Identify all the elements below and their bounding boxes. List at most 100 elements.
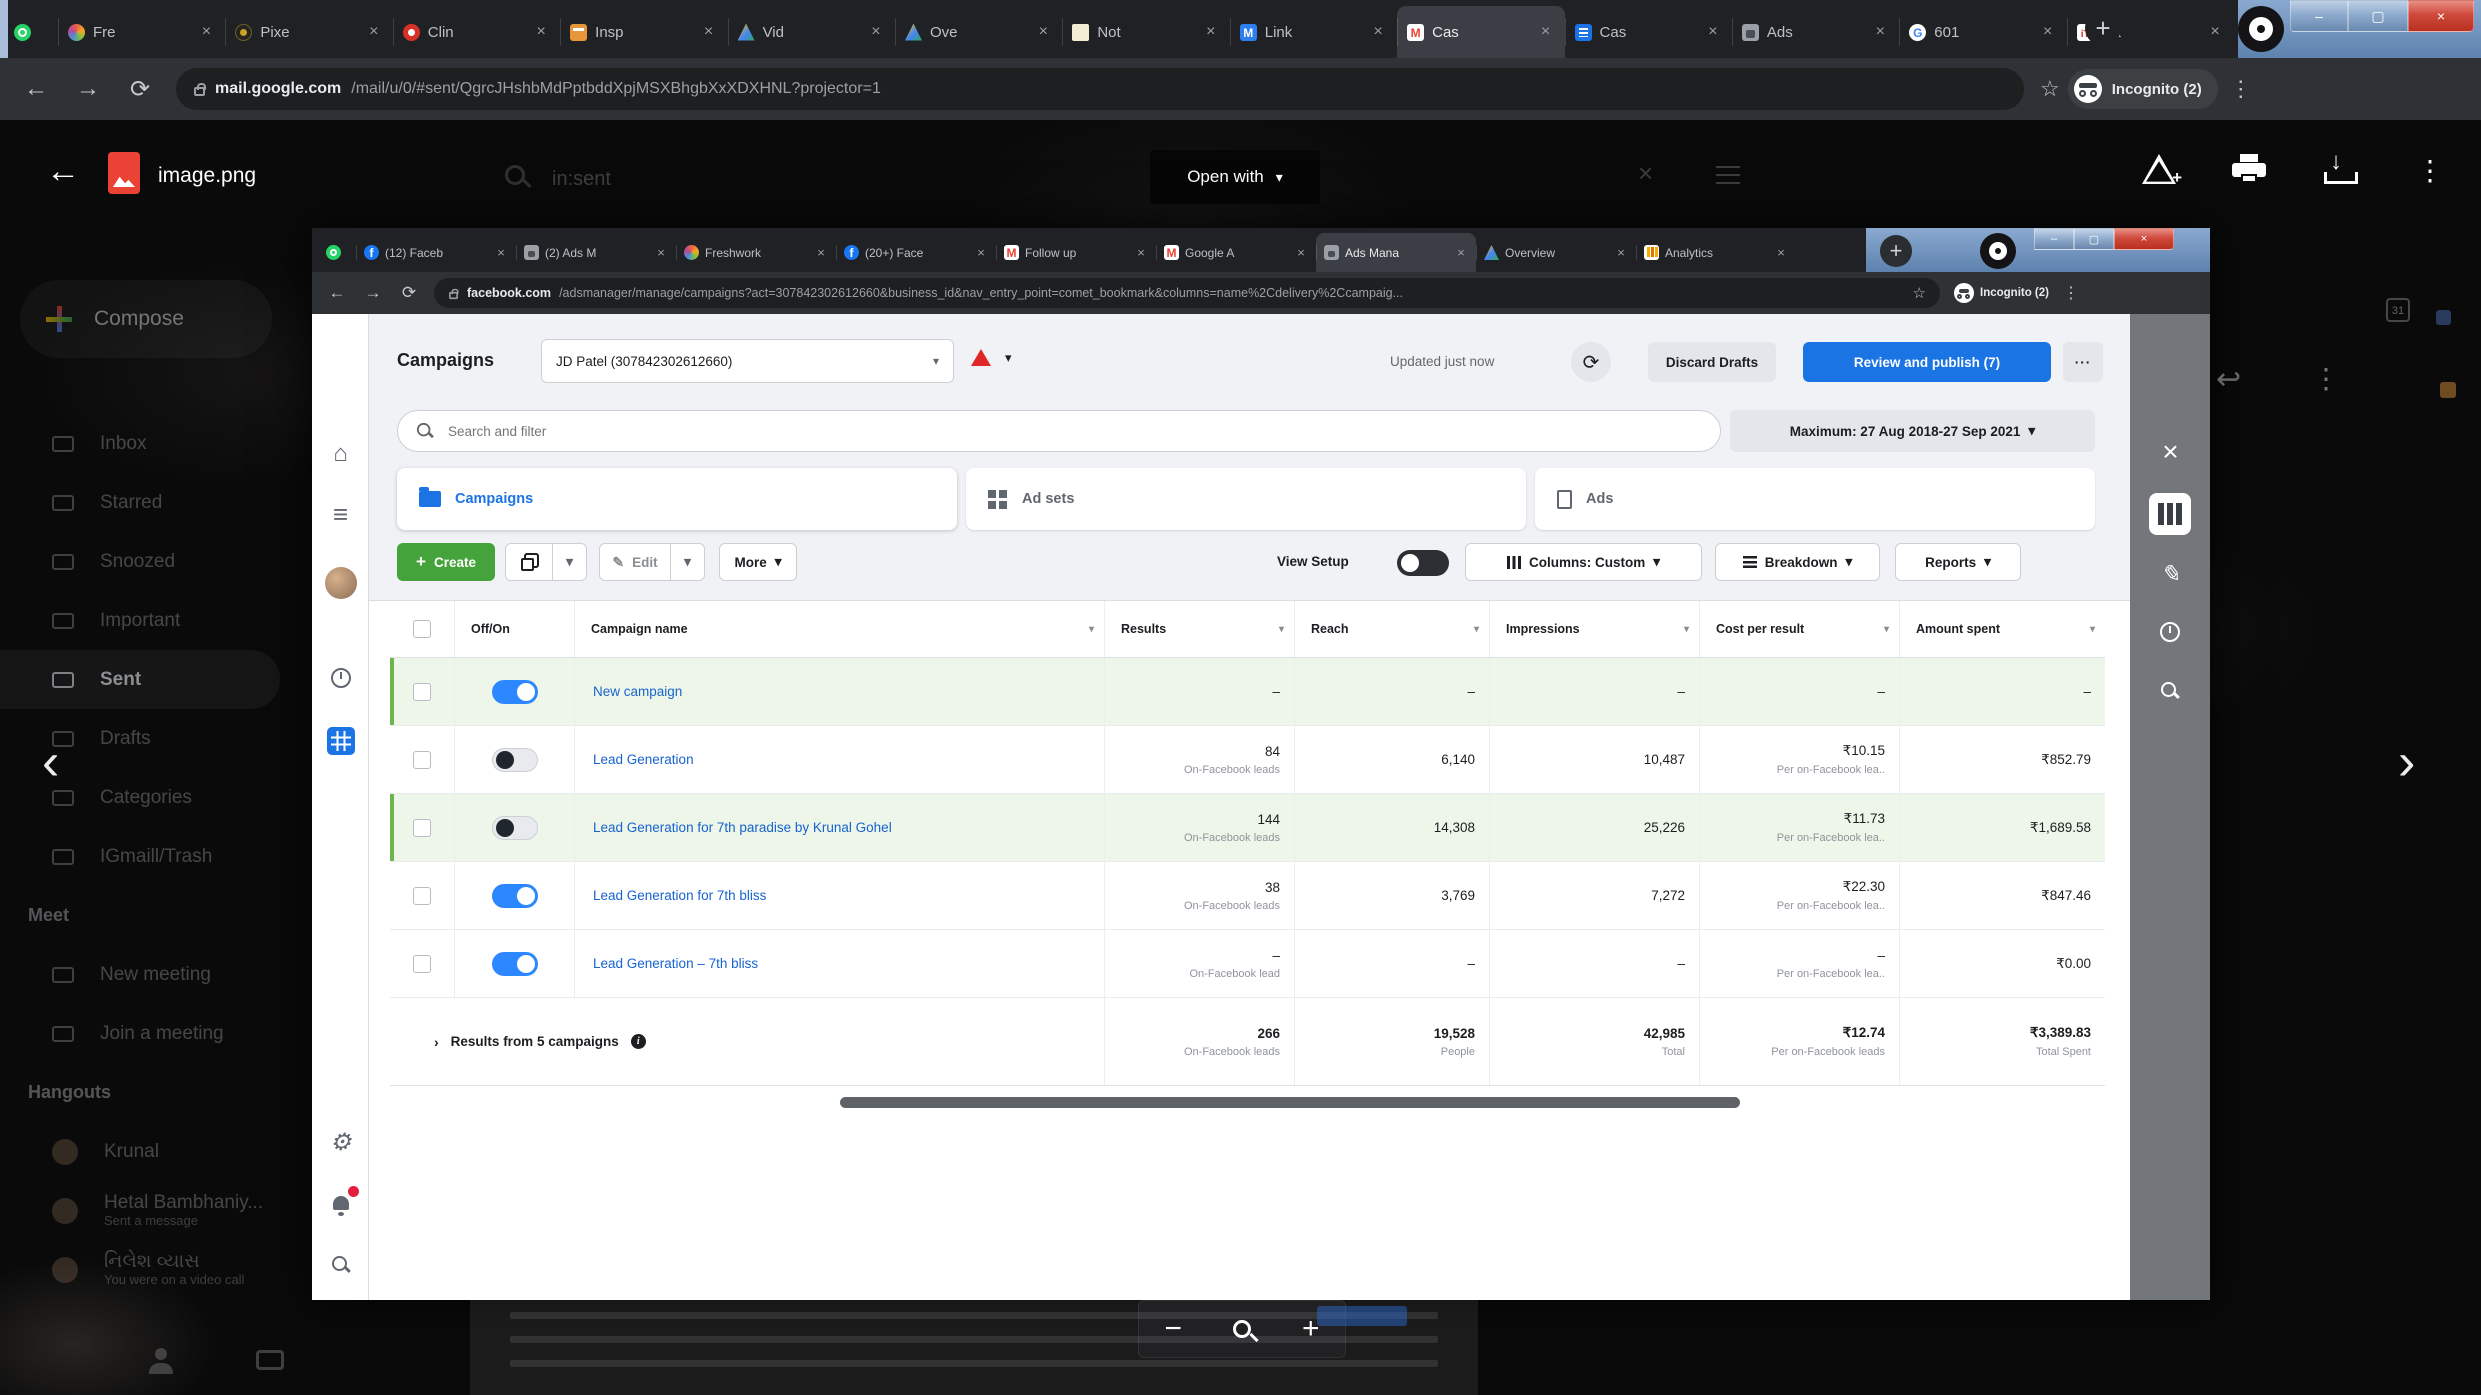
edit-caret-button[interactable]	[671, 543, 705, 581]
message-more-icon[interactable]: ⋮	[2312, 362, 2340, 395]
col-results[interactable]: Results	[1121, 622, 1166, 636]
home-icon[interactable]: ⌂	[312, 438, 369, 470]
bookmark-star-icon[interactable]	[2040, 76, 2060, 102]
inner-browser-tab[interactable]: (12) Faceb	[356, 233, 516, 272]
col-amount-spent[interactable]: Amount spent	[1916, 622, 2000, 636]
next-attachment-preview[interactable]	[470, 1298, 1478, 1395]
chat-icon[interactable]	[256, 1350, 284, 1370]
forward-icon[interactable]: →	[66, 75, 110, 103]
campaign-name-link[interactable]: New campaign	[593, 684, 682, 699]
browser-tab[interactable]: Link	[1229, 6, 1397, 58]
download-icon[interactable]	[2322, 148, 2358, 184]
sidebar-item[interactable]: Krunal	[0, 1122, 300, 1181]
sidebar-item[interactable]: Hetal Bambhaniy... Sent a message	[0, 1181, 300, 1240]
menu-icon[interactable]: ≡	[312, 498, 369, 530]
screen-record-icon[interactable]	[2238, 6, 2284, 52]
more-button[interactable]: More	[719, 543, 797, 581]
warning-chevron-icon[interactable]	[1005, 350, 1012, 366]
tab-close-icon[interactable]	[700, 23, 718, 41]
browser-tab[interactable]: Ove	[894, 6, 1062, 58]
inner-tab-close-icon[interactable]	[974, 244, 988, 262]
inner-minimize-button[interactable]: –	[2034, 228, 2074, 250]
inner-tab-close-icon[interactable]	[814, 244, 828, 262]
account-dropdown[interactable]: JD Patel (307842302612660)	[541, 339, 954, 383]
avatar[interactable]	[312, 566, 369, 600]
edit-button[interactable]: ✎ Edit	[599, 543, 671, 581]
tab-close-icon[interactable]	[2039, 23, 2057, 41]
campaigns-table-icon[interactable]	[312, 726, 369, 756]
tab-close-icon[interactable]	[197, 23, 215, 41]
calendar-icon[interactable]: 31	[2386, 298, 2410, 322]
browser-tab[interactable]: Not	[1062, 6, 1229, 58]
inner-tab-close-icon[interactable]	[1134, 244, 1148, 262]
refresh-data-icon[interactable]: ⟳	[1571, 342, 1611, 382]
inner-browser-tab[interactable]: Ads Mana	[1316, 233, 1476, 272]
campaign-name-link[interactable]: Lead Generation for 7th bliss	[593, 888, 766, 903]
sort-caret-icon[interactable]	[2090, 624, 2095, 635]
duplicate-caret-button[interactable]	[553, 543, 587, 581]
browser-tab[interactable]: Cas	[1397, 6, 1565, 58]
browser-tab[interactable]: Insp	[560, 6, 727, 58]
recent-clock-icon[interactable]	[312, 666, 369, 690]
campaign-toggle[interactable]	[491, 815, 538, 840]
col-impressions[interactable]: Impressions	[1506, 622, 1580, 636]
search-input[interactable]	[446, 422, 1702, 440]
inner-browser-tab[interactable]: Google A	[1156, 233, 1316, 272]
col-reach[interactable]: Reach	[1311, 622, 1349, 636]
tab-close-icon[interactable]	[1369, 23, 1387, 41]
campaign-name-link[interactable]: Lead Generation	[593, 752, 694, 767]
address-bar[interactable]: mail.google.com /mail/u/0/#sent/QgrcJHsh…	[176, 68, 2024, 110]
add-to-drive-icon[interactable]: +	[2142, 154, 2182, 187]
inner-bookmark-star-icon[interactable]	[1913, 284, 1926, 302]
window-maximize-button[interactable]: ▢	[2348, 0, 2408, 32]
row-checkbox[interactable]	[413, 954, 431, 973]
previous-image-chevron[interactable]: ‹	[42, 736, 59, 788]
campaign-row[interactable]: Lead Generation for 7th bliss 38 On-Faceb…	[390, 862, 2105, 930]
tab-close-icon[interactable]	[1704, 23, 1722, 41]
sidebar-item[interactable]: Snoozed	[0, 532, 300, 591]
inner-record-icon[interactable]	[1980, 233, 2016, 269]
inner-tab-close-icon[interactable]	[1614, 244, 1628, 262]
sort-caret-icon[interactable]	[1884, 624, 1889, 635]
campaign-row[interactable]: New campaign – – – – –	[390, 658, 2105, 726]
tasks-icon[interactable]	[2436, 310, 2451, 325]
campaign-name-link[interactable]: Lead Generation for 7th paradise by Krun…	[593, 820, 892, 835]
browser-tab[interactable]: Pixe	[225, 6, 392, 58]
browser-menu-icon[interactable]	[2226, 76, 2256, 102]
inner-browser-menu-icon[interactable]	[2063, 283, 2079, 303]
col-cost-per-result[interactable]: Cost per result	[1716, 622, 1804, 636]
tab-close-icon[interactable]	[1537, 23, 1555, 41]
campaign-toggle[interactable]	[491, 951, 538, 976]
print-icon[interactable]	[2232, 154, 2266, 184]
browser-tab[interactable]: Vid	[727, 6, 895, 58]
add-contact-icon[interactable]	[148, 1348, 174, 1374]
sidebar-item[interactable]: Join a meeting	[0, 1004, 300, 1063]
info-icon[interactable]	[630, 1034, 646, 1049]
tab-close-icon[interactable]	[867, 23, 885, 41]
refresh-icon[interactable]: ⟳	[118, 75, 162, 104]
sidebar-item[interactable]: IGmaill/Trash	[0, 827, 300, 886]
close-icon[interactable]: ×	[2130, 436, 2210, 468]
browser-tab[interactable]: Cas	[1564, 6, 1732, 58]
campaign-row[interactable]: Lead Generation 84 On-Facebook leads 6,14…	[390, 726, 2105, 794]
inner-back-icon[interactable]: ←	[322, 283, 352, 303]
inner-forward-icon[interactable]: →	[358, 283, 388, 303]
window-close-button[interactable]: ×	[2408, 0, 2474, 32]
row-checkbox[interactable]	[413, 818, 431, 837]
inner-tab-close-icon[interactable]	[1454, 244, 1468, 262]
campaign-toggle[interactable]	[491, 747, 538, 772]
sidebar-item[interactable]: Meet	[0, 886, 300, 945]
inner-refresh-icon[interactable]: ⟳	[394, 283, 424, 303]
next-image-chevron[interactable]: ›	[2398, 736, 2415, 788]
inner-browser-tab[interactable]: (20+) Face	[836, 233, 996, 272]
discard-drafts-button[interactable]: Discard Drafts	[1648, 342, 1776, 382]
campaign-toggle[interactable]	[491, 883, 538, 908]
window-minimize-button[interactable]: –	[2290, 0, 2348, 32]
expand-chevron-icon[interactable]	[434, 1034, 439, 1050]
browser-tab[interactable]: 601	[1899, 6, 2066, 58]
inner-restore-button[interactable]: ▢	[2074, 228, 2114, 250]
tab-close-icon[interactable]	[1202, 23, 1220, 41]
campaign-toggle[interactable]	[491, 679, 538, 704]
inner-browser-tab[interactable]: (2) Ads M	[516, 233, 676, 272]
tab-close-icon[interactable]	[2206, 23, 2224, 41]
